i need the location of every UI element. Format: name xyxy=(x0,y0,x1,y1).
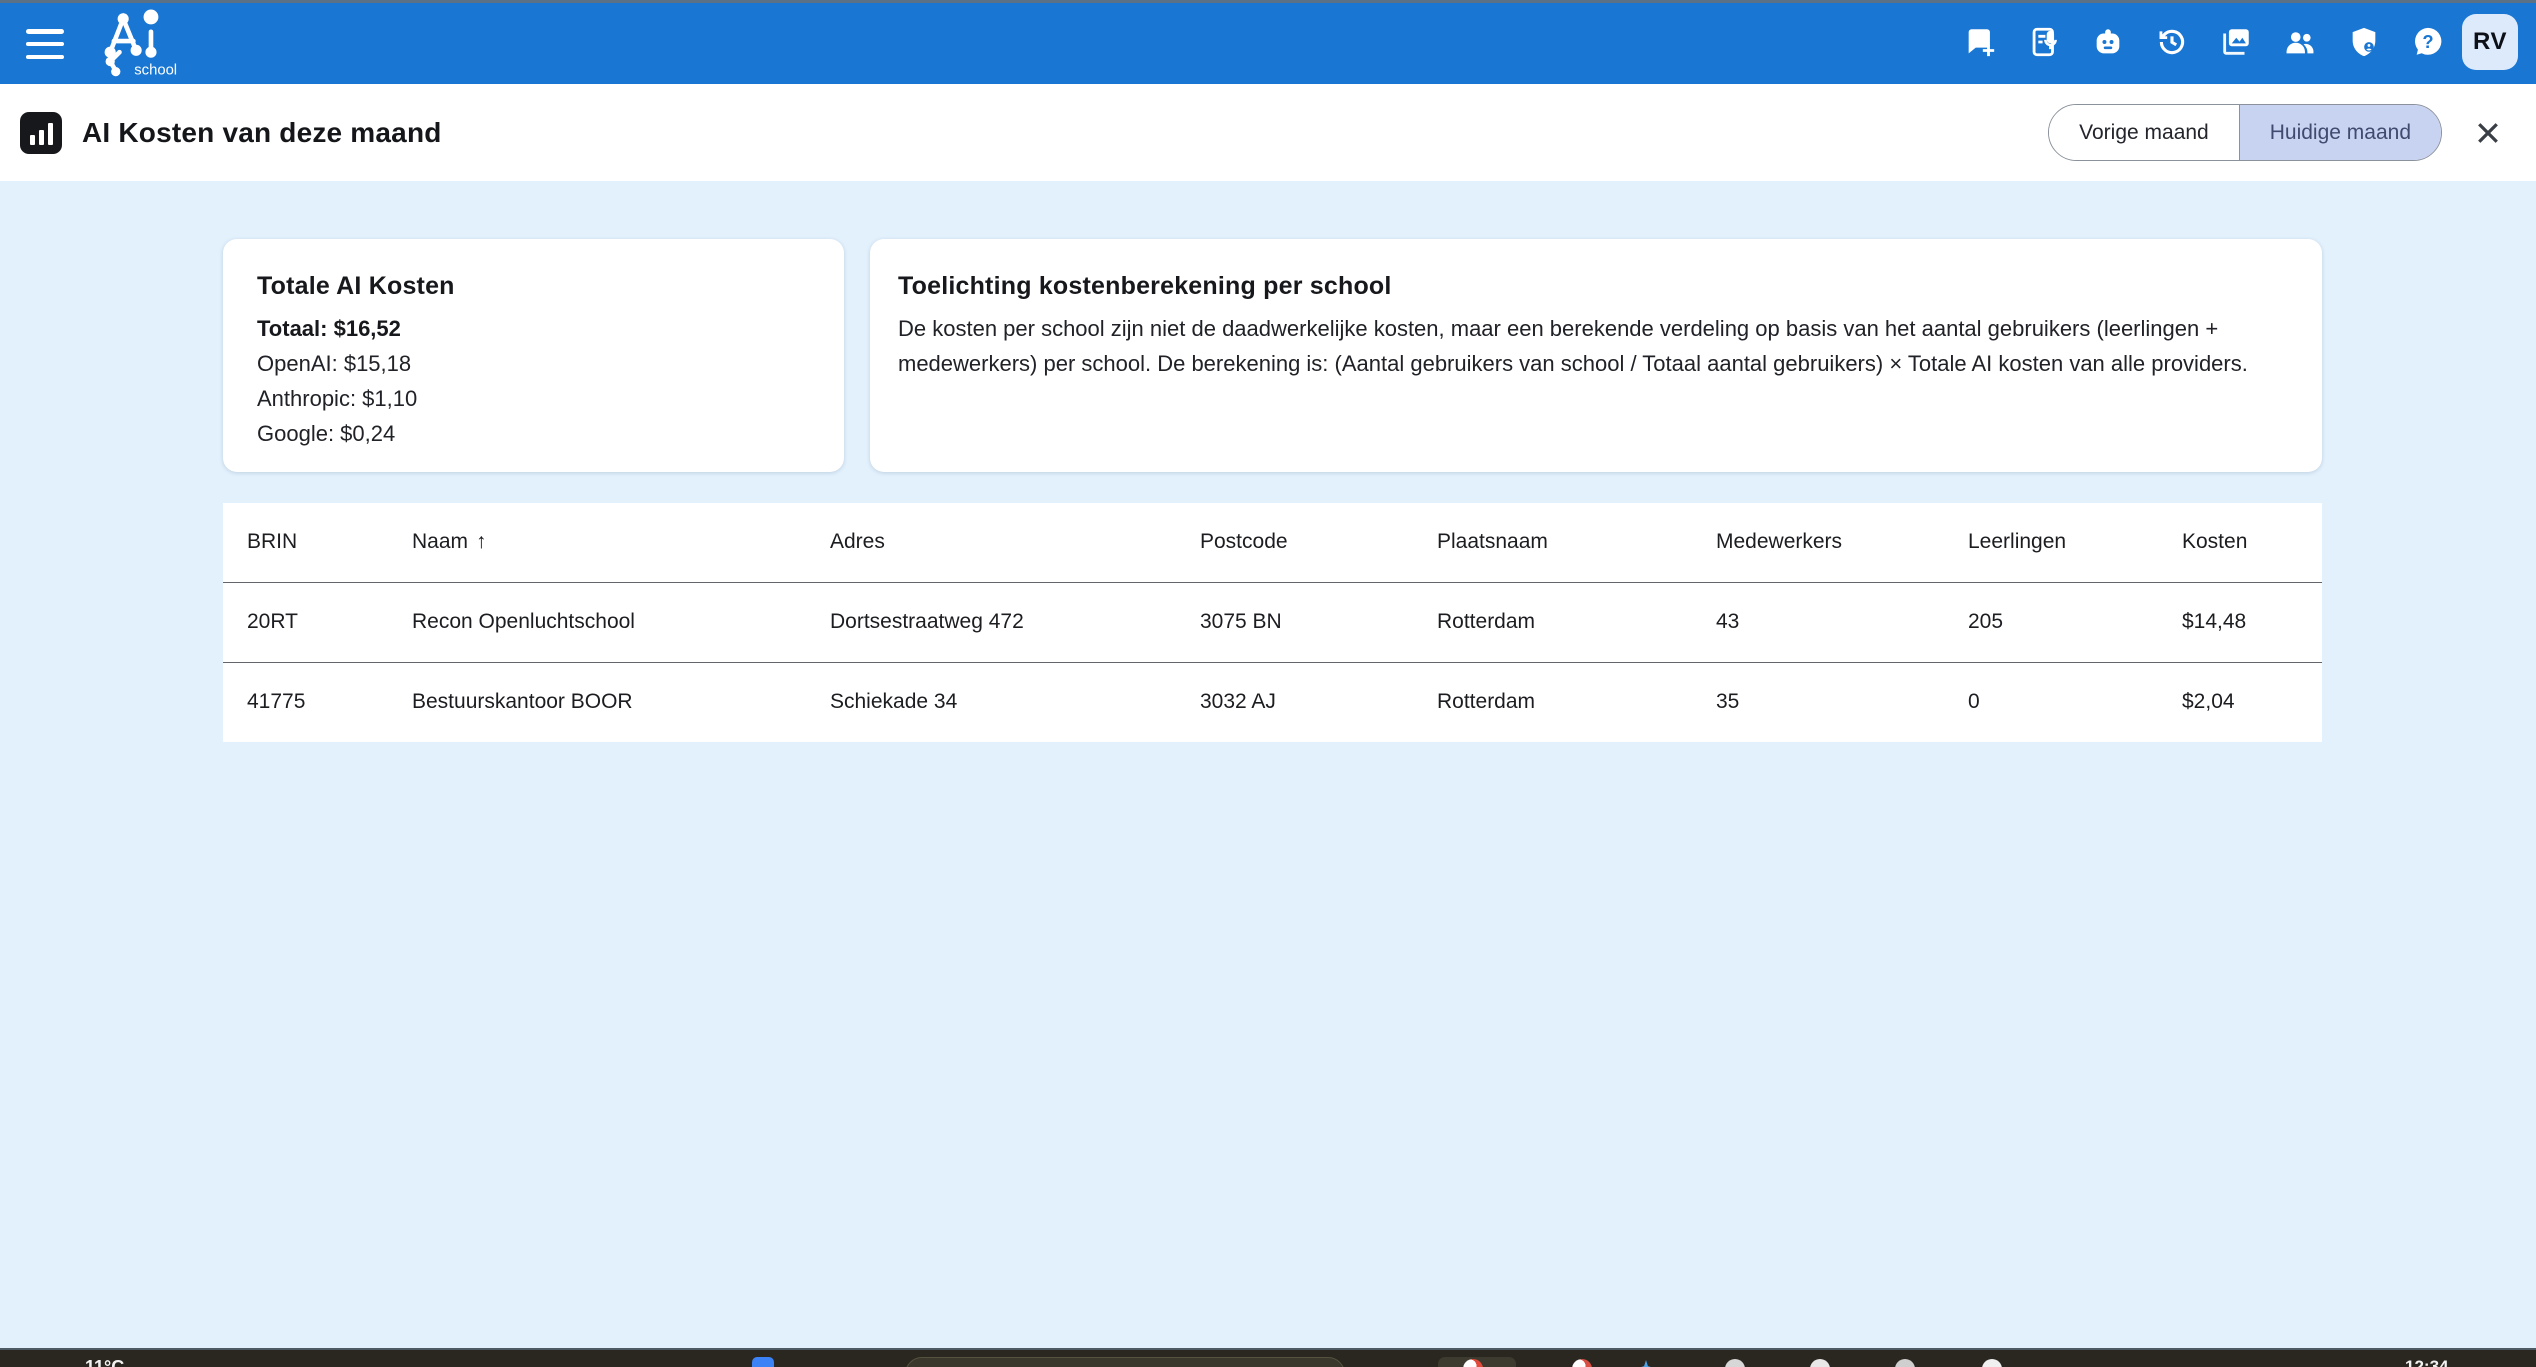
taskbar-app-icon[interactable] xyxy=(1810,1359,1830,1367)
cell-brin: 41775 xyxy=(223,662,388,742)
content-area: Totale AI Kosten Totaal: $16,52 OpenAI: … xyxy=(0,181,2536,1348)
anthropic-cost: Anthropic: $1,10 xyxy=(257,381,810,416)
cell-leerlingen: 205 xyxy=(1944,582,2158,662)
cell-plaatsnaam: Rotterdam xyxy=(1413,582,1692,662)
column-header-adres[interactable]: Adres xyxy=(806,503,1176,582)
taskbar-clock[interactable]: 12:34 xyxy=(2405,1357,2448,1367)
history-icon[interactable] xyxy=(2152,22,2192,62)
transcription-icon[interactable] xyxy=(2024,22,2064,62)
explanation-body: De kosten per school zijn niet de daadwe… xyxy=(898,311,2270,381)
cell-postcode: 3032 AJ xyxy=(1176,662,1413,742)
help-icon[interactable]: ? xyxy=(2408,22,2448,62)
taskbar-app-icon[interactable] xyxy=(1895,1359,1915,1367)
total-costs-title: Totale AI Kosten xyxy=(257,272,810,301)
page-title: AI Kosten van deze maand xyxy=(82,117,442,149)
user-avatar[interactable]: RV xyxy=(2462,14,2518,70)
column-header-kosten[interactable]: Kosten xyxy=(2158,503,2322,582)
window-top-edge xyxy=(0,0,2536,3)
ai-school-logo[interactable]: school xyxy=(82,4,194,80)
column-header-plaatsnaam[interactable]: Plaatsnaam xyxy=(1413,503,1692,582)
column-header-naam[interactable]: Naam↑ xyxy=(388,503,806,582)
close-icon[interactable] xyxy=(2468,113,2508,153)
cell-leerlingen: 0 xyxy=(1944,662,2158,742)
taskbar-app-icon[interactable] xyxy=(1572,1359,1592,1367)
cell-medewerkers: 35 xyxy=(1692,662,1944,742)
taskbar-widgets-icon[interactable] xyxy=(752,1357,774,1367)
current-month-button[interactable]: Huidige maand xyxy=(2239,105,2441,160)
cell-medewerkers: 43 xyxy=(1692,582,1944,662)
taskbar-weather[interactable]: 11°C xyxy=(85,1357,124,1367)
app-bar: school ? RV xyxy=(0,0,2536,84)
robot-assistant-icon[interactable] xyxy=(2088,22,2128,62)
image-gallery-icon[interactable] xyxy=(2216,22,2256,62)
cell-postcode: 3075 BN xyxy=(1176,582,1413,662)
taskbar-app-icon[interactable] xyxy=(1725,1359,1745,1367)
table-header-row: BRIN Naam↑ Adres Postcode Plaatsnaam Med… xyxy=(223,503,2322,582)
cell-adres: Dortsestraatweg 472 xyxy=(806,582,1176,662)
hamburger-menu-icon[interactable] xyxy=(26,29,64,59)
google-cost: Google: $0,24 xyxy=(257,416,810,451)
users-icon[interactable] xyxy=(2280,22,2320,62)
cell-naam: Bestuurskantoor BOOR xyxy=(388,662,806,742)
taskbar-app-icon[interactable] xyxy=(1638,1360,1654,1367)
table-row[interactable]: 20RT Recon Openluchtschool Dortsestraatw… xyxy=(223,582,2322,662)
sort-ascending-icon: ↑ xyxy=(476,530,487,553)
table-row[interactable]: 41775 Bestuurskantoor BOOR Schiekade 34 … xyxy=(223,662,2322,742)
cell-kosten: $14,48 xyxy=(2158,582,2322,662)
cell-plaatsnaam: Rotterdam xyxy=(1413,662,1692,742)
svg-text:?: ? xyxy=(2422,31,2433,52)
cell-brin: 20RT xyxy=(223,582,388,662)
explanation-title: Toelichting kostenberekening per school xyxy=(898,272,2294,301)
cell-kosten: $2,04 xyxy=(2158,662,2322,742)
month-toggle: Vorige maand Huidige maand xyxy=(2048,104,2442,161)
cell-naam: Recon Openluchtschool xyxy=(388,582,806,662)
app-bar-icons: ? xyxy=(1960,22,2448,62)
new-chat-icon[interactable] xyxy=(1960,22,2000,62)
table-body: 20RT Recon Openluchtschool Dortsestraatw… xyxy=(223,582,2322,742)
cell-adres: Schiekade 34 xyxy=(806,662,1176,742)
taskbar: 11°C 12:34 xyxy=(0,1348,2536,1367)
total-amount: Totaal: $16,52 xyxy=(257,311,810,346)
column-header-medewerkers[interactable]: Medewerkers xyxy=(1692,503,1944,582)
taskbar-app-icon[interactable] xyxy=(1982,1359,2002,1367)
total-costs-card: Totale AI Kosten Totaal: $16,52 OpenAI: … xyxy=(223,239,844,472)
openai-cost: OpenAI: $15,18 xyxy=(257,346,810,381)
bar-chart-icon xyxy=(20,112,62,154)
schools-table: BRIN Naam↑ Adres Postcode Plaatsnaam Med… xyxy=(223,503,2322,742)
column-header-postcode[interactable]: Postcode xyxy=(1176,503,1413,582)
column-header-brin[interactable]: BRIN xyxy=(223,503,388,582)
cost-explanation-card: Toelichting kostenberekening per school … xyxy=(870,239,2322,472)
column-header-leerlingen[interactable]: Leerlingen xyxy=(1944,503,2158,582)
page-header: AI Kosten van deze maand Vorige maand Hu… xyxy=(0,84,2536,181)
previous-month-button[interactable]: Vorige maand xyxy=(2049,105,2239,160)
logo-school-text: school xyxy=(134,62,177,78)
taskbar-search-input[interactable] xyxy=(905,1357,1345,1367)
privacy-shield-icon[interactable] xyxy=(2344,22,2384,62)
